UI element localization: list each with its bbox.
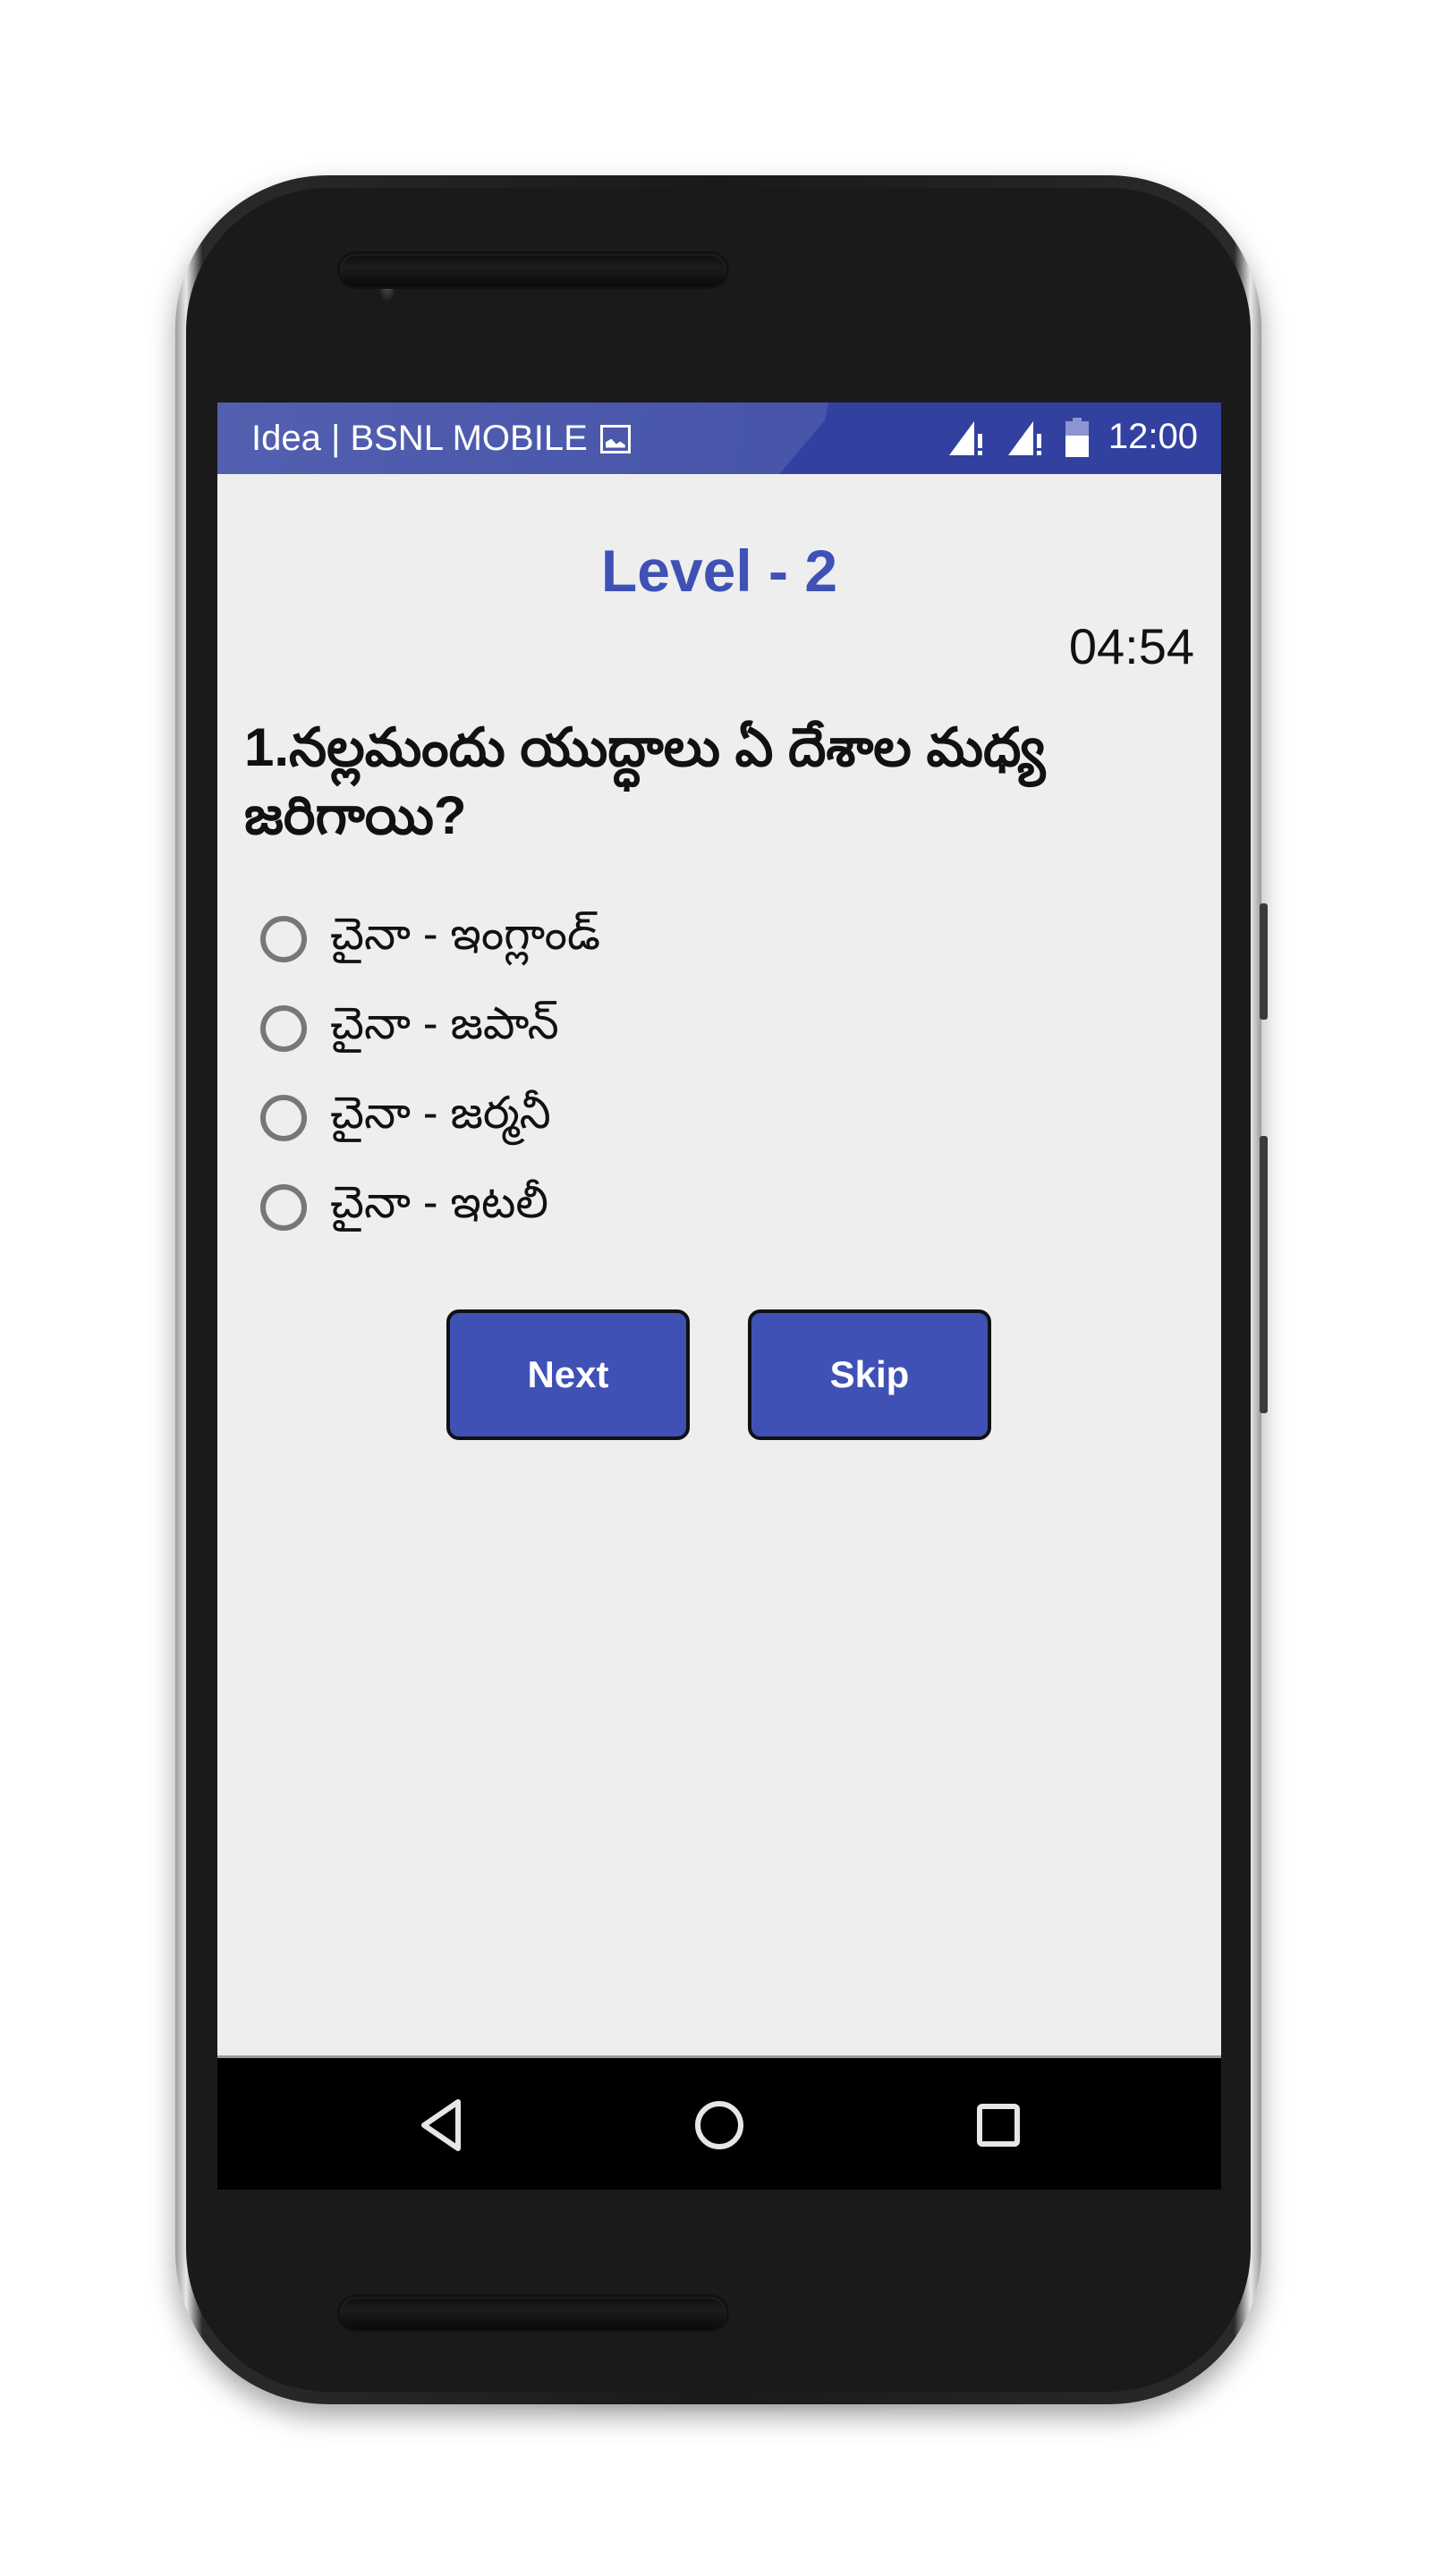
radio-button[interactable] xyxy=(260,1184,307,1231)
signal-no-data-icon xyxy=(1007,420,1041,455)
home-circle-icon xyxy=(695,2101,743,2149)
level-title: Level - 2 xyxy=(600,538,838,604)
back-triangle-icon xyxy=(421,2099,461,2151)
recents-square-icon xyxy=(977,2104,1020,2147)
status-bar: Idea | BSNL MOBILE 12:00 xyxy=(217,402,1221,474)
option-label: చైనా - జర్మనీ xyxy=(330,1087,551,1138)
option-item[interactable]: చైనా - జపాన్ xyxy=(260,984,600,1073)
carrier-name: Idea | BSNL MOBILE xyxy=(251,419,588,458)
recents-button[interactable] xyxy=(967,2094,1030,2157)
question-text: 1.నల్లమందు యుద్ధాలు ఏ దేశాల మధ్య జరిగాయి… xyxy=(244,717,1046,845)
battery-icon xyxy=(1065,417,1089,457)
back-button[interactable] xyxy=(410,2094,472,2157)
radio-button[interactable] xyxy=(260,1005,307,1052)
option-label: చైనా - ఇటలీ xyxy=(330,1176,549,1227)
option-label: చైనా - ఇంగ్లాండ్ xyxy=(330,908,601,959)
option-item[interactable]: చైనా - ఇంగ్లాండ్ xyxy=(260,894,600,984)
navigation-bar xyxy=(217,2055,1221,2190)
phone-screen: Idea | BSNL MOBILE 12:00 Level - 2 04:54… xyxy=(217,402,1221,2190)
skip-button[interactable]: Skip xyxy=(748,1309,991,1440)
next-button[interactable]: Next xyxy=(446,1309,690,1440)
signal-no-data-icon xyxy=(948,420,982,455)
volume-rocker xyxy=(1260,1136,1268,1413)
option-item[interactable]: చైనా - జర్మనీ xyxy=(260,1073,600,1163)
bottom-speaker xyxy=(340,2297,726,2329)
radio-button[interactable] xyxy=(260,1095,307,1141)
top-speaker xyxy=(340,254,726,286)
status-icons: 12:00 xyxy=(947,417,1198,457)
option-item[interactable]: చైనా - ఇటలీ xyxy=(260,1163,600,1252)
countdown-timer: 04:54 xyxy=(1068,618,1194,674)
home-button[interactable] xyxy=(688,2094,751,2157)
image-icon xyxy=(599,424,631,453)
answer-options: చైనా - ఇంగ్లాండ్ చైనా - జపాన్ చైనా - జర్… xyxy=(260,894,600,1252)
status-time: 12:00 xyxy=(1108,417,1198,456)
radio-button[interactable] xyxy=(260,916,307,962)
option-label: చైనా - జపాన్ xyxy=(330,997,559,1048)
carrier-group: Idea | BSNL MOBILE xyxy=(251,419,631,459)
power-button xyxy=(1260,903,1268,1020)
